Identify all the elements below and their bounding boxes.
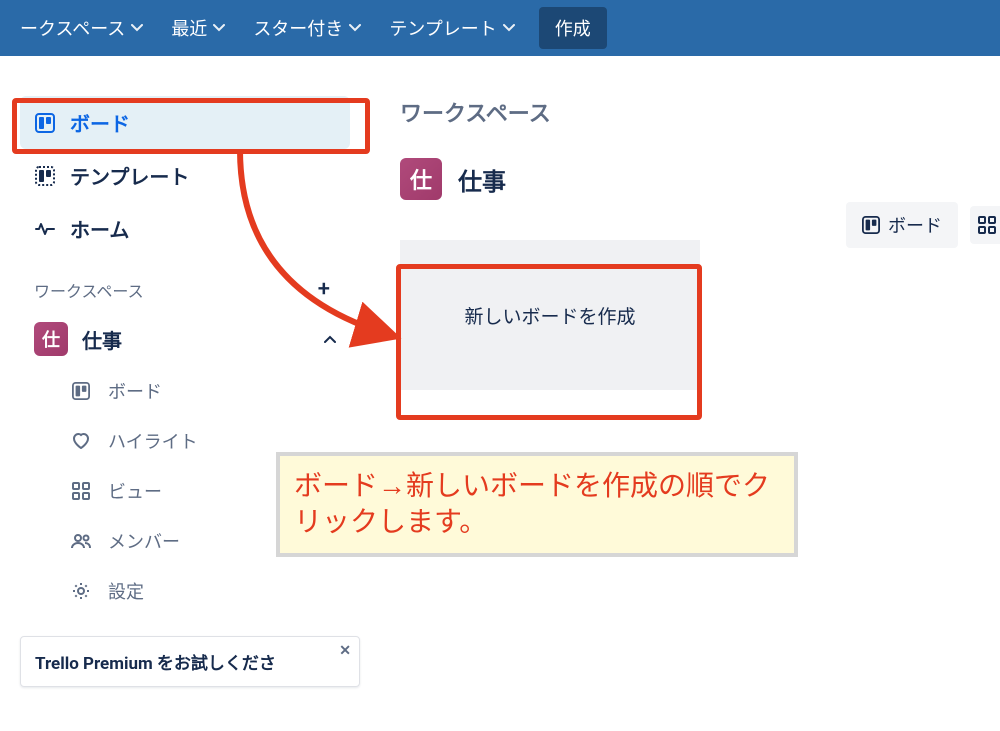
- nav-templates-label: テンプレート: [389, 15, 496, 41]
- nav-create-button[interactable]: 作成: [539, 7, 607, 49]
- template-icon: [34, 165, 56, 187]
- chevron-down-icon: [213, 24, 225, 32]
- sub-settings-label: 設定: [108, 578, 144, 604]
- view-tabs: ボード: [846, 202, 1000, 248]
- sub-members-label: メンバー: [108, 528, 180, 554]
- sidebar-workspaces-label: ワークスペース: [34, 278, 144, 302]
- page-title: ワークスペース: [400, 96, 1000, 128]
- nav-templates[interactable]: テンプレート: [377, 9, 526, 47]
- chevron-down-icon: [131, 24, 143, 32]
- nav-workspaces[interactable]: ークスペース: [8, 9, 155, 47]
- workspace-name: 仕事: [82, 325, 122, 354]
- workspace-header: 仕 仕事: [400, 158, 1000, 200]
- workspace-badge: 仕: [34, 322, 68, 356]
- chevron-down-icon: [349, 24, 361, 32]
- premium-promo-text: Trello Premium をお試しくださ: [35, 654, 276, 674]
- chevron-down-icon: [503, 24, 515, 32]
- sub-views-label: ビュー: [108, 478, 162, 504]
- sub-boards-label: ボード: [108, 378, 162, 404]
- sub-highlights-label: ハイライト: [108, 428, 198, 454]
- close-icon[interactable]: ✕: [339, 643, 351, 659]
- nav-starred-label: スター付き: [253, 15, 343, 41]
- workspace-badge: 仕: [400, 158, 442, 200]
- annotation-callout-text: ボード→新しいボードを作成の順でクリックします。: [294, 469, 770, 538]
- gear-icon: [70, 580, 92, 602]
- new-board-tile[interactable]: 新しいボードを作成: [400, 240, 700, 390]
- add-workspace-button[interactable]: +: [312, 277, 336, 302]
- sub-boards[interactable]: ボード: [20, 366, 350, 416]
- members-icon: [70, 530, 92, 552]
- sidebar-boards-label: ボード: [70, 108, 130, 137]
- sidebar-templates[interactable]: テンプレート: [20, 149, 350, 202]
- pulse-icon: [34, 218, 56, 240]
- tab-grid[interactable]: [970, 206, 1000, 244]
- grid-icon: [978, 216, 996, 234]
- annotation-callout: ボード→新しいボードを作成の順でクリックします。: [276, 452, 798, 557]
- sidebar-home[interactable]: ホーム: [20, 202, 350, 255]
- nav-recent-label: 最近: [171, 15, 207, 41]
- sub-settings[interactable]: 設定: [20, 566, 350, 616]
- sidebar: ボード テンプレート ホーム ワークスペース + 仕 仕事: [0, 56, 360, 731]
- nav-starred[interactable]: スター付き: [241, 9, 373, 47]
- nav-recent[interactable]: 最近: [159, 9, 237, 47]
- new-board-tile-label: 新しいボードを作成: [464, 302, 635, 329]
- sidebar-templates-label: テンプレート: [70, 161, 189, 190]
- workspace-header-name: 仕事: [458, 162, 506, 197]
- heart-icon: [70, 430, 92, 452]
- chevron-up-icon: [324, 335, 336, 343]
- top-nav: ークスペース 最近 スター付き テンプレート 作成: [0, 0, 1000, 56]
- sidebar-boards[interactable]: ボード: [20, 96, 350, 149]
- board-icon: [70, 380, 92, 402]
- tab-board[interactable]: ボード: [846, 202, 958, 248]
- sidebar-workspaces-section: ワークスペース +: [20, 255, 350, 312]
- sidebar-workspace-item[interactable]: 仕 仕事: [20, 312, 350, 366]
- board-icon: [34, 112, 56, 134]
- tab-board-label: ボード: [888, 212, 942, 238]
- grid-icon: [70, 480, 92, 502]
- nav-workspaces-label: ークスペース: [20, 15, 125, 41]
- board-icon: [862, 216, 880, 234]
- sidebar-home-label: ホーム: [70, 214, 129, 243]
- premium-promo[interactable]: Trello Premium をお試しくださ ✕: [20, 636, 360, 687]
- layout: ボード テンプレート ホーム ワークスペース + 仕 仕事: [0, 56, 1000, 731]
- main-content: ワークスペース 仕 仕事 新しいボードを作成: [360, 56, 1000, 731]
- nav-create-label: 作成: [555, 19, 591, 40]
